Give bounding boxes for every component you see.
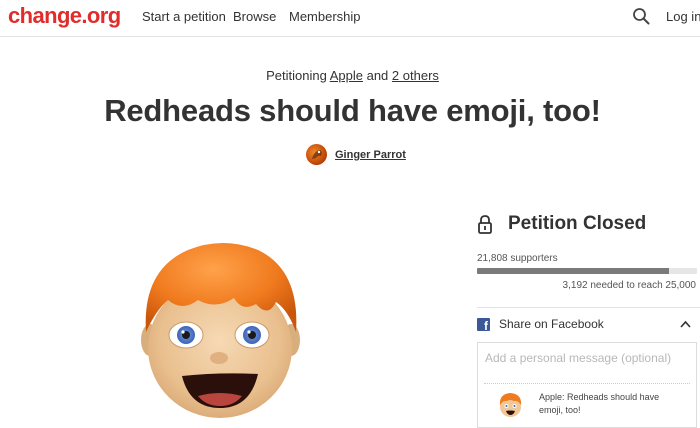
chevron-up-icon[interactable]: [680, 320, 691, 328]
facebook-share-box: Add a personal message (optional) Apple:…: [477, 342, 697, 428]
supporters-count: 21,808 supporters: [477, 253, 558, 264]
facebook-icon[interactable]: f: [477, 318, 490, 332]
preview-separator: [484, 383, 690, 384]
sidebar-divider: [477, 307, 700, 308]
personal-message-input[interactable]: Add a personal message (optional): [485, 351, 671, 365]
target-apple-link[interactable]: Apple: [330, 68, 363, 83]
petition-title: Redheads should have emoji, too!: [104, 93, 601, 128]
lock-icon: [478, 215, 492, 234]
signatures-needed: 3,192 needed to reach 25,000: [562, 280, 696, 291]
petition-closed-heading: Petition Closed: [508, 213, 647, 234]
author-name-link[interactable]: Ginger Parrot: [335, 148, 406, 162]
author-avatar[interactable]: [306, 144, 327, 165]
target-others-link[interactable]: 2 others: [392, 68, 439, 83]
signature-progress-bar: [477, 268, 697, 274]
targets-prefix: Petitioning: [266, 68, 327, 83]
share-on-facebook-label[interactable]: Share on Facebook: [499, 317, 604, 332]
petition-targets: Petitioning Apple and 2 others: [0, 68, 700, 83]
signature-progress-fill: [477, 268, 669, 274]
nav-start-petition[interactable]: Start a petition: [142, 9, 226, 25]
change-org-logo[interactable]: change.org: [8, 4, 121, 28]
search-icon[interactable]: [632, 7, 650, 25]
nav-browse[interactable]: Browse: [233, 9, 276, 25]
redhead-emoji-thumbnail: [499, 393, 522, 417]
nav-membership[interactable]: Membership: [289, 9, 361, 25]
top-nav-bar: change.org Start a petition Browse Membe…: [0, 0, 700, 37]
redhead-emoji-image: [141, 243, 300, 418]
login-link[interactable]: Log in: [666, 9, 700, 25]
parrot-icon: [312, 150, 322, 159]
targets-and: and: [366, 68, 389, 83]
share-preview-text: Apple: Redheads should have emoji, too!: [539, 392, 660, 415]
